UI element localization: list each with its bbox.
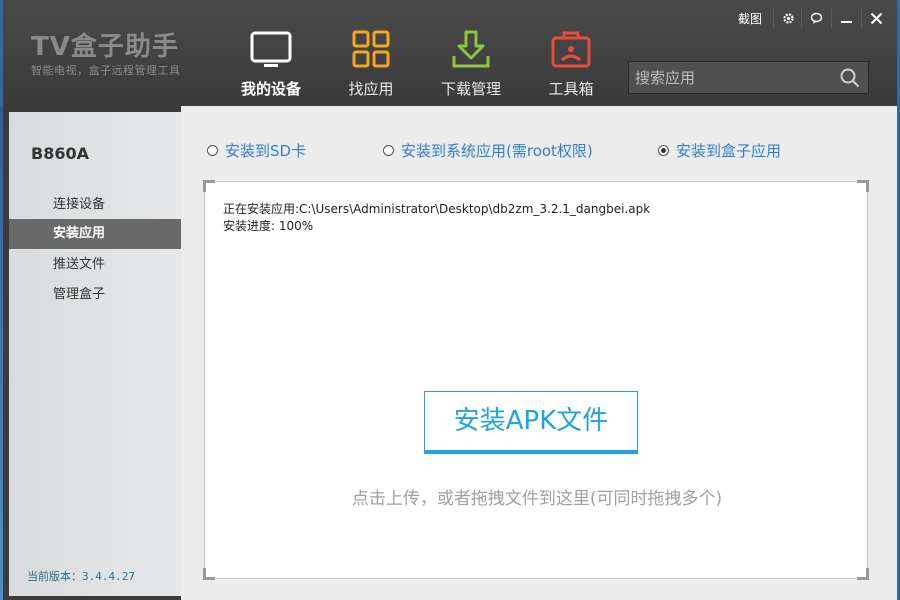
nav-my-devices[interactable]: 我的设备 — [221, 28, 321, 98]
app-window: TV盒子助手 智能电视，盒子远程管理工具 我的设备 找应用 下载管理 工具箱 搜… — [3, 0, 897, 600]
sidebar-item-manage-box[interactable]: 管理盒子 — [9, 280, 181, 310]
corner-decoration — [857, 180, 869, 192]
minimize-button[interactable] — [831, 8, 859, 28]
logo-title: TV盒子助手 — [31, 32, 179, 62]
logo-subtitle: 智能电视，盒子远程管理工具 — [31, 64, 181, 77]
nav-downloads-label: 下载管理 — [440, 80, 501, 98]
close-button[interactable] — [861, 8, 889, 28]
install-progress-text: 安装进度: 100% — [223, 219, 314, 233]
radio-label: 安装到系统应用(需root权限) — [401, 142, 593, 160]
search-input[interactable] — [629, 62, 829, 93]
nav-my-devices-label: 我的设备 — [240, 80, 301, 98]
radio-unchecked-icon — [383, 145, 394, 156]
sidebar-item-push-file[interactable]: 推送文件 — [9, 250, 181, 280]
nav-find-apps[interactable]: 找应用 — [321, 28, 421, 98]
install-target-options: 安装到SD卡 安装到系统应用(需root权限) 安装到盒子应用 — [207, 140, 887, 160]
sidebar-item-connect-device[interactable]: 连接设备 — [9, 190, 181, 220]
radio-install-system-app[interactable]: 安装到系统应用(需root权限) — [383, 140, 593, 161]
drop-hint-text: 点击上传，或者拖拽文件到这里(可同时拖拽多个) — [351, 489, 723, 509]
feedback-icon — [810, 12, 823, 24]
radio-label: 安装到SD卡 — [225, 142, 307, 160]
radio-install-box-app[interactable]: 安装到盒子应用 — [658, 140, 781, 161]
sidebar: B860A 连接设备 安装应用 推送文件 管理盒子 当前版本：3.4.4.27 — [9, 112, 181, 596]
nav-toolbox[interactable]: 工具箱 — [521, 28, 621, 98]
gear-icon — [783, 13, 794, 24]
nav-toolbox-label: 工具箱 — [548, 80, 594, 98]
radio-checked-icon — [658, 145, 669, 156]
radio-unchecked-icon — [207, 145, 218, 156]
sidebar-item-install-app[interactable]: 安装应用 — [9, 219, 181, 249]
feedback-button[interactable] — [801, 8, 829, 28]
toolbox-icon — [551, 31, 591, 68]
install-apk-button[interactable]: 安装APK文件 — [424, 391, 638, 454]
nav-downloads[interactable]: 下载管理 — [421, 28, 521, 98]
installing-path-text: 正在安装应用:C:\Users\Administrator\Desktop\db… — [223, 202, 651, 216]
corner-decoration — [203, 568, 215, 580]
radio-install-sd-card[interactable]: 安装到SD卡 — [207, 140, 306, 161]
header-bar: TV盒子助手 智能电视，盒子远程管理工具 我的设备 找应用 下载管理 工具箱 搜… — [3, 0, 897, 106]
close-icon — [870, 12, 883, 25]
nav-find-apps-label: 找应用 — [348, 80, 394, 98]
window-controls: 截图 — [733, 6, 893, 28]
drop-zone-panel[interactable]: 正在安装应用:C:\Users\Administrator\Desktop\db… — [203, 180, 869, 580]
download-icon — [452, 30, 490, 68]
device-name: B860A — [31, 144, 89, 163]
radio-label: 安装到盒子应用 — [676, 142, 782, 160]
settings-button[interactable] — [773, 8, 801, 28]
minimize-icon — [841, 21, 852, 23]
screenshot-button[interactable]: 截图 — [738, 10, 762, 27]
main-content: 安装到SD卡 安装到系统应用(需root权限) 安装到盒子应用 正在安装应用:C… — [181, 106, 897, 600]
search-box — [628, 61, 869, 94]
corner-decoration — [857, 568, 869, 580]
tv-icon — [250, 31, 292, 67]
search-icon[interactable] — [840, 68, 860, 88]
corner-decoration — [203, 180, 215, 192]
grid-icon — [352, 30, 390, 68]
version-label: 当前版本：3.4.4.27 — [27, 570, 135, 583]
